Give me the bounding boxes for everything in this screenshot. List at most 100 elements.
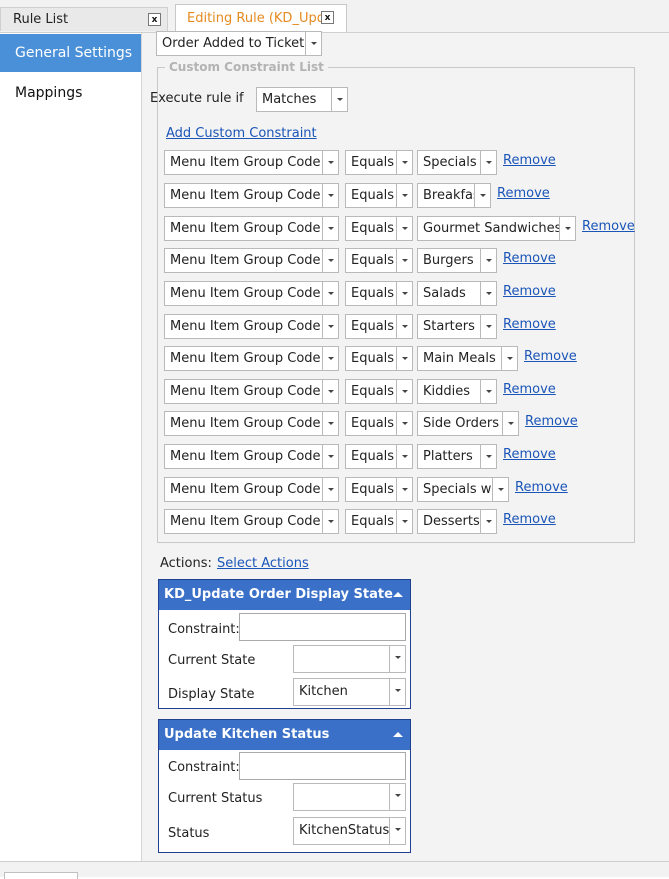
chevron-down-icon[interactable] bbox=[322, 347, 338, 370]
chevron-down-icon[interactable] bbox=[322, 510, 338, 533]
chevron-down-icon[interactable] bbox=[322, 380, 338, 403]
constraint-input[interactable] bbox=[239, 752, 406, 780]
collapse-icon[interactable] bbox=[393, 592, 403, 597]
remove-constraint-link[interactable]: Remove bbox=[503, 447, 556, 462]
chevron-down-icon[interactable] bbox=[559, 217, 575, 240]
chevron-down-icon[interactable] bbox=[396, 151, 412, 174]
remove-constraint-link[interactable]: Remove bbox=[503, 512, 556, 527]
chevron-down-icon[interactable] bbox=[480, 445, 496, 468]
constraint-value-select[interactable]: Kiddies bbox=[417, 379, 497, 404]
constraint-operator-select[interactable]: Equals bbox=[345, 183, 413, 208]
close-icon[interactable]: x bbox=[321, 11, 334, 24]
constraint-field-select[interactable]: Menu Item Group Code bbox=[164, 379, 339, 404]
remove-constraint-link[interactable]: Remove bbox=[497, 186, 550, 201]
sidebar-item-mappings[interactable]: Mappings bbox=[0, 74, 141, 112]
remove-constraint-link[interactable]: Remove bbox=[503, 153, 556, 168]
remove-constraint-link[interactable]: Remove bbox=[503, 317, 556, 332]
constraint-value-select[interactable]: Salads bbox=[417, 281, 497, 306]
collapse-icon[interactable] bbox=[393, 732, 403, 737]
chevron-down-icon[interactable] bbox=[396, 282, 412, 305]
constraint-value-select[interactable]: Desserts bbox=[417, 509, 497, 534]
tab-editing-rule[interactable]: Editing Rule (KD_Upda x bbox=[175, 4, 347, 32]
constraint-field-select[interactable]: Menu Item Group Code bbox=[164, 281, 339, 306]
chevron-down-icon[interactable] bbox=[492, 478, 508, 501]
constraint-value-select[interactable]: Side Orders bbox=[417, 411, 519, 436]
constraint-operator-select[interactable]: Equals bbox=[345, 216, 413, 241]
chevron-down-icon[interactable] bbox=[480, 315, 496, 338]
add-custom-constraint-link[interactable]: Add Custom Constraint bbox=[166, 126, 317, 141]
constraint-value-select[interactable]: Breakfast bbox=[417, 183, 491, 208]
trigger-select[interactable]: Order Added to Ticket bbox=[156, 31, 322, 56]
chevron-down-icon[interactable] bbox=[322, 151, 338, 174]
constraint-field-select[interactable]: Menu Item Group Code bbox=[164, 444, 339, 469]
chevron-down-icon[interactable] bbox=[389, 818, 405, 844]
chevron-down-icon[interactable] bbox=[480, 282, 496, 305]
chevron-down-icon[interactable] bbox=[389, 679, 405, 705]
tab-rule-list[interactable]: Rule List x bbox=[0, 7, 168, 31]
remove-constraint-link[interactable]: Remove bbox=[515, 480, 568, 495]
chevron-down-icon[interactable] bbox=[305, 32, 321, 55]
chevron-down-icon[interactable] bbox=[474, 184, 490, 207]
constraint-value-select[interactable]: Specials w bbox=[417, 477, 509, 502]
constraint-field-select[interactable]: Menu Item Group Code bbox=[164, 248, 339, 273]
remove-constraint-link[interactable]: Remove bbox=[503, 251, 556, 266]
constraint-operator-select[interactable]: Equals bbox=[345, 150, 413, 175]
chevron-down-icon[interactable] bbox=[396, 315, 412, 338]
constraint-field-select[interactable]: Menu Item Group Code bbox=[164, 150, 339, 175]
chevron-down-icon[interactable] bbox=[322, 412, 338, 435]
sidebar-item-general-settings[interactable]: General Settings bbox=[0, 34, 141, 72]
chevron-down-icon[interactable] bbox=[322, 217, 338, 240]
chevron-down-icon[interactable] bbox=[389, 646, 405, 672]
chevron-down-icon[interactable] bbox=[396, 510, 412, 533]
chevron-down-icon[interactable] bbox=[396, 184, 412, 207]
constraint-operator-select[interactable]: Equals bbox=[345, 444, 413, 469]
chevron-down-icon[interactable] bbox=[322, 315, 338, 338]
status-select[interactable]: KitchenStatus bbox=[293, 817, 406, 845]
constraint-operator-select[interactable]: Equals bbox=[345, 379, 413, 404]
constraint-operator-select[interactable]: Equals bbox=[345, 248, 413, 273]
constraint-operator-select[interactable]: Equals bbox=[345, 346, 413, 371]
chevron-down-icon[interactable] bbox=[322, 445, 338, 468]
constraint-field-select[interactable]: Menu Item Group Code bbox=[164, 183, 339, 208]
select-actions-link[interactable]: Select Actions bbox=[217, 556, 309, 571]
constraint-field-select[interactable]: Menu Item Group Code bbox=[164, 509, 339, 534]
constraint-input[interactable] bbox=[239, 613, 406, 641]
chevron-down-icon[interactable] bbox=[396, 380, 412, 403]
chevron-down-icon[interactable] bbox=[322, 249, 338, 272]
chevron-down-icon[interactable] bbox=[331, 88, 347, 111]
action-card-header[interactable]: KD_Update Order Display State bbox=[159, 580, 410, 610]
constraint-field-select[interactable]: Menu Item Group Code bbox=[164, 346, 339, 371]
constraint-field-select[interactable]: Menu Item Group Code bbox=[164, 314, 339, 339]
constraint-value-select[interactable]: Main Meals bbox=[417, 346, 518, 371]
chevron-down-icon[interactable] bbox=[480, 249, 496, 272]
remove-constraint-link[interactable]: Remove bbox=[582, 219, 635, 234]
chevron-down-icon[interactable] bbox=[389, 784, 405, 810]
constraint-operator-select[interactable]: Equals bbox=[345, 281, 413, 306]
constraint-value-select[interactable]: Starters bbox=[417, 314, 497, 339]
chevron-down-icon[interactable] bbox=[396, 412, 412, 435]
chevron-down-icon[interactable] bbox=[322, 282, 338, 305]
constraint-value-select[interactable]: Platters bbox=[417, 444, 497, 469]
remove-constraint-link[interactable]: Remove bbox=[503, 284, 556, 299]
constraint-value-select[interactable]: Gourmet Sandwiches bbox=[417, 216, 576, 241]
chevron-down-icon[interactable] bbox=[396, 478, 412, 501]
chevron-down-icon[interactable] bbox=[480, 151, 496, 174]
constraint-operator-select[interactable]: Equals bbox=[345, 477, 413, 502]
display-state-select[interactable]: Kitchen bbox=[293, 678, 406, 706]
chevron-down-icon[interactable] bbox=[501, 347, 517, 370]
constraint-operator-select[interactable]: Equals bbox=[345, 314, 413, 339]
current-status-select[interactable] bbox=[293, 783, 406, 811]
constraint-field-select[interactable]: Menu Item Group Code bbox=[164, 411, 339, 436]
chevron-down-icon[interactable] bbox=[396, 347, 412, 370]
constraint-field-select[interactable]: Menu Item Group Code bbox=[164, 477, 339, 502]
remove-constraint-link[interactable]: Remove bbox=[503, 382, 556, 397]
action-card-header[interactable]: Update Kitchen Status bbox=[159, 720, 410, 750]
remove-constraint-link[interactable]: Remove bbox=[525, 414, 578, 429]
close-icon[interactable]: x bbox=[148, 13, 161, 26]
constraint-operator-select[interactable]: Equals bbox=[345, 411, 413, 436]
chevron-down-icon[interactable] bbox=[396, 249, 412, 272]
chevron-down-icon[interactable] bbox=[502, 412, 518, 435]
constraint-field-select[interactable]: Menu Item Group Code bbox=[164, 216, 339, 241]
chevron-down-icon[interactable] bbox=[322, 184, 338, 207]
chevron-down-icon[interactable] bbox=[322, 478, 338, 501]
